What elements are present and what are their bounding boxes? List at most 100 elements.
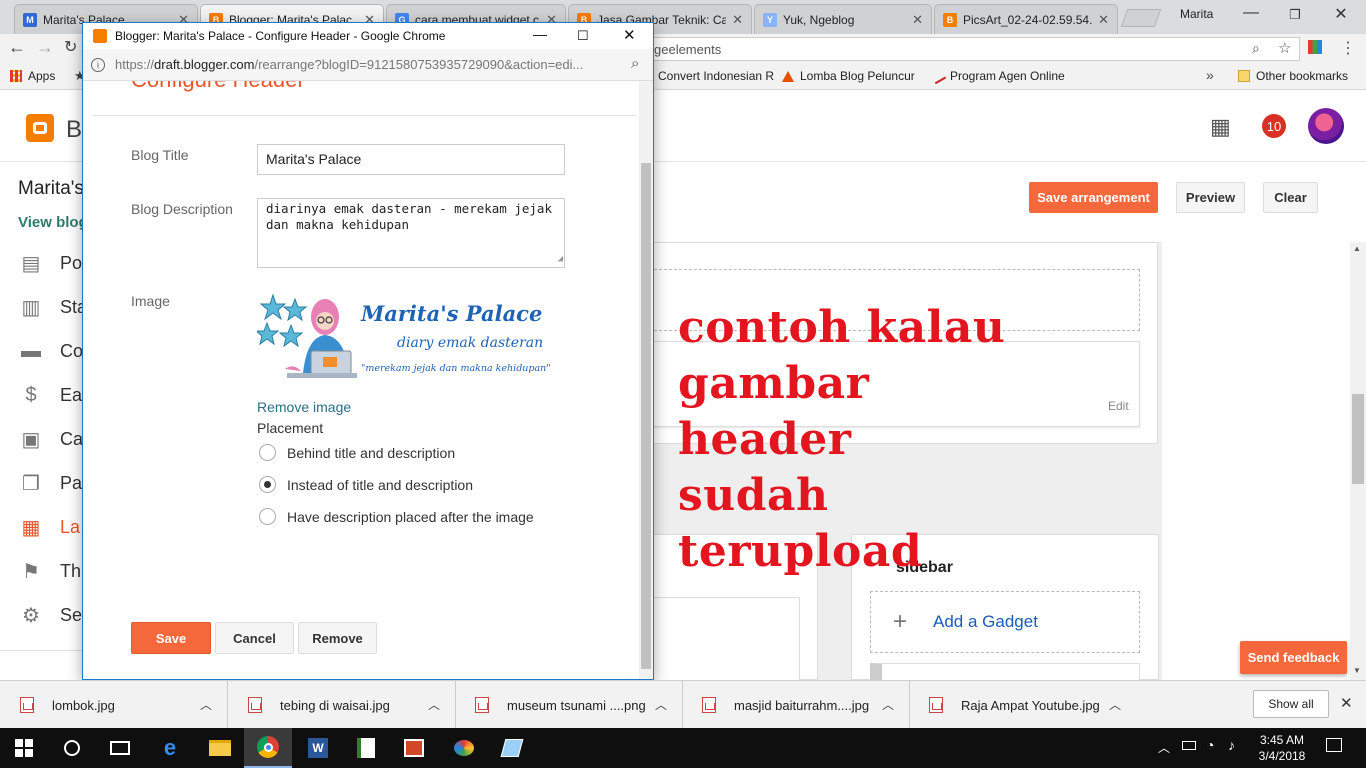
wifi-icon[interactable]: ◔ <box>1206 737 1214 753</box>
volume-icon[interactable]: ♪ <box>1228 737 1235 753</box>
blogger-logo-icon[interactable] <box>26 114 54 142</box>
tab-yuk-ngeblog[interactable]: Y Yuk, Ngeblog ✕ <box>754 4 932 34</box>
placement-after-radio[interactable]: Have description placed after the image <box>259 508 534 525</box>
blog-description-textarea[interactable]: diarinya emak dasteran - merekam jejak d… <box>257 198 565 268</box>
popup-minimize-icon[interactable]: — <box>533 26 547 42</box>
restore-icon[interactable]: ❐ <box>1280 7 1310 23</box>
show-all-button[interactable]: Show all <box>1253 690 1329 718</box>
app-icon[interactable] <box>488 728 536 768</box>
more-bookmarks-icon[interactable]: » <box>1206 67 1214 83</box>
bookmark-star-icon[interactable]: ☆ <box>1278 39 1291 57</box>
action-center-icon[interactable] <box>1326 738 1342 752</box>
remove-button[interactable]: Remove <box>298 622 377 654</box>
back-icon[interactable]: ← <box>8 37 26 58</box>
main-gadget[interactable] <box>654 597 800 681</box>
word-icon[interactable]: W <box>294 728 342 768</box>
nav-label: Se <box>60 604 83 625</box>
nav-layout[interactable]: ▦ La <box>20 516 80 539</box>
cancel-button[interactable]: Cancel <box>215 622 294 654</box>
google-apps-icon[interactable]: ▦ <box>1210 114 1231 140</box>
start-button[interactable] <box>0 728 48 768</box>
presentation-icon[interactable] <box>390 728 438 768</box>
bookmark-apps[interactable]: Apps <box>10 69 55 83</box>
placement-behind-radio[interactable]: Behind title and description <box>259 444 455 461</box>
close-tab-icon[interactable]: ✕ <box>732 12 743 28</box>
add-gadget-label: Add a Gadget <box>933 612 1038 631</box>
download-item[interactable]: tebing di waisai.jpg ︿ <box>248 681 456 729</box>
popup-close-icon[interactable]: ✕ <box>623 26 636 44</box>
nav-posts[interactable]: ▤ Po <box>20 252 82 275</box>
other-bookmarks[interactable]: Other bookmarks <box>1238 69 1348 83</box>
blog-title-input[interactable]: Marita's Palace <box>257 144 565 175</box>
scroll-down-icon[interactable]: ▼ <box>1353 666 1361 675</box>
send-feedback-button[interactable]: Send feedback <box>1240 641 1347 674</box>
preview-button[interactable]: Preview <box>1176 182 1245 213</box>
paint-icon[interactable] <box>440 728 488 768</box>
clear-button[interactable]: Clear <box>1263 182 1318 213</box>
nav-divider <box>0 650 82 651</box>
nav-settings[interactable]: ⚙ Se <box>20 604 83 627</box>
chevron-up-icon[interactable]: ︿ <box>428 696 440 713</box>
chevron-up-icon[interactable]: ︿ <box>882 696 894 713</box>
bookmark-item[interactable]: Program Agen Online <box>929 67 1065 85</box>
download-item[interactable]: museum tsunami ....png ︿ <box>475 681 683 729</box>
placement-instead-radio[interactable]: Instead of title and description <box>259 476 473 493</box>
info-icon[interactable]: i <box>91 57 105 72</box>
file-explorer-icon[interactable] <box>196 728 244 768</box>
spreadsheet-icon[interactable] <box>342 728 390 768</box>
popup-maximize-icon[interactable]: ☐ <box>577 28 589 44</box>
chevron-up-icon[interactable]: ︿ <box>200 696 212 713</box>
close-window-icon[interactable]: ✕ <box>1326 4 1356 24</box>
save-button[interactable]: Save <box>131 622 211 654</box>
close-tab-icon[interactable]: ✕ <box>1098 12 1109 28</box>
download-item[interactable]: lombok.jpg ︿ <box>20 681 228 729</box>
close-downloads-icon[interactable]: ✕ <box>1340 694 1353 712</box>
nav-stats[interactable]: ▥ Sta <box>20 296 87 319</box>
extension-icon[interactable] <box>1308 40 1322 54</box>
battery-icon[interactable] <box>1182 741 1196 750</box>
avatar[interactable] <box>1308 108 1344 144</box>
bookmark-item[interactable]: Lomba Blog Peluncur <box>782 69 915 83</box>
nav-comments[interactable]: ▬ Co <box>20 340 83 362</box>
view-blog-link[interactable]: View blog <box>18 214 88 231</box>
chrome-taskbar-icon[interactable] <box>244 728 292 768</box>
omnibox[interactable]: geelements ⌕ ☆ <box>654 37 1300 61</box>
resize-handle-icon[interactable]: ◢ <box>558 251 563 267</box>
nav-pages[interactable]: ❐ Pa <box>20 472 83 495</box>
save-arrangement-button[interactable]: Save arrangement <box>1029 182 1158 213</box>
close-tab-icon[interactable]: ✕ <box>912 12 923 28</box>
download-item[interactable]: masjid baiturrahm....jpg ︿ <box>702 681 910 729</box>
remove-image-link[interactable]: Remove image <box>257 399 351 415</box>
add-gadget-button[interactable]: + Add a Gadget <box>870 591 1140 653</box>
page-scrollbar[interactable]: ▲ ▼ <box>1350 242 1366 680</box>
task-view-icon[interactable] <box>96 728 144 768</box>
popup-zoom-icon[interactable]: ⌕ <box>631 55 639 72</box>
cortana-search-icon[interactable] <box>48 728 96 768</box>
nav-earnings[interactable]: $ Ea <box>20 384 82 406</box>
tray-chevron-icon[interactable]: ︿ <box>1158 739 1170 756</box>
edit-header-link[interactable]: Edit <box>1108 399 1129 413</box>
forward-icon[interactable]: → <box>36 37 54 58</box>
edge-browser-icon[interactable]: e <box>146 728 194 768</box>
tab-picsart[interactable]: B PicsArt_02-24-02.59.54.j ✕ <box>934 4 1118 34</box>
notifications-badge[interactable]: 10 <box>1262 114 1286 138</box>
minimize-icon[interactable]: — <box>1236 4 1266 22</box>
nav-campaigns[interactable]: ▣ Ca <box>20 428 83 451</box>
profile-name[interactable]: Marita <box>1180 7 1213 21</box>
new-tab-button[interactable] <box>1120 9 1162 27</box>
popup-scrollbar[interactable] <box>639 81 653 679</box>
clock[interactable]: 3:45 AM 3/4/2018 <box>1252 732 1312 764</box>
chrome-menu-icon[interactable]: ⋮ <box>1340 38 1356 58</box>
nav-label: Pa <box>60 472 83 493</box>
chevron-up-icon[interactable]: ︿ <box>655 696 667 713</box>
download-item[interactable]: Raja Ampat Youtube.jpg ︿ <box>929 681 1137 729</box>
nav-theme[interactable]: ⚑ Th <box>20 560 81 583</box>
popup-scroll-thumb[interactable] <box>641 163 651 669</box>
scroll-thumb[interactable] <box>1352 394 1364 484</box>
reload-icon[interactable]: ↻ <box>64 37 77 57</box>
bookmark-item[interactable]: Convert Indonesian R <box>658 69 774 83</box>
sidebar-gadget[interactable] <box>870 663 1140 681</box>
chevron-up-icon[interactable]: ︿ <box>1109 696 1121 713</box>
zoom-icon[interactable]: ⌕ <box>1252 40 1260 57</box>
scroll-up-icon[interactable]: ▲ <box>1353 244 1361 253</box>
